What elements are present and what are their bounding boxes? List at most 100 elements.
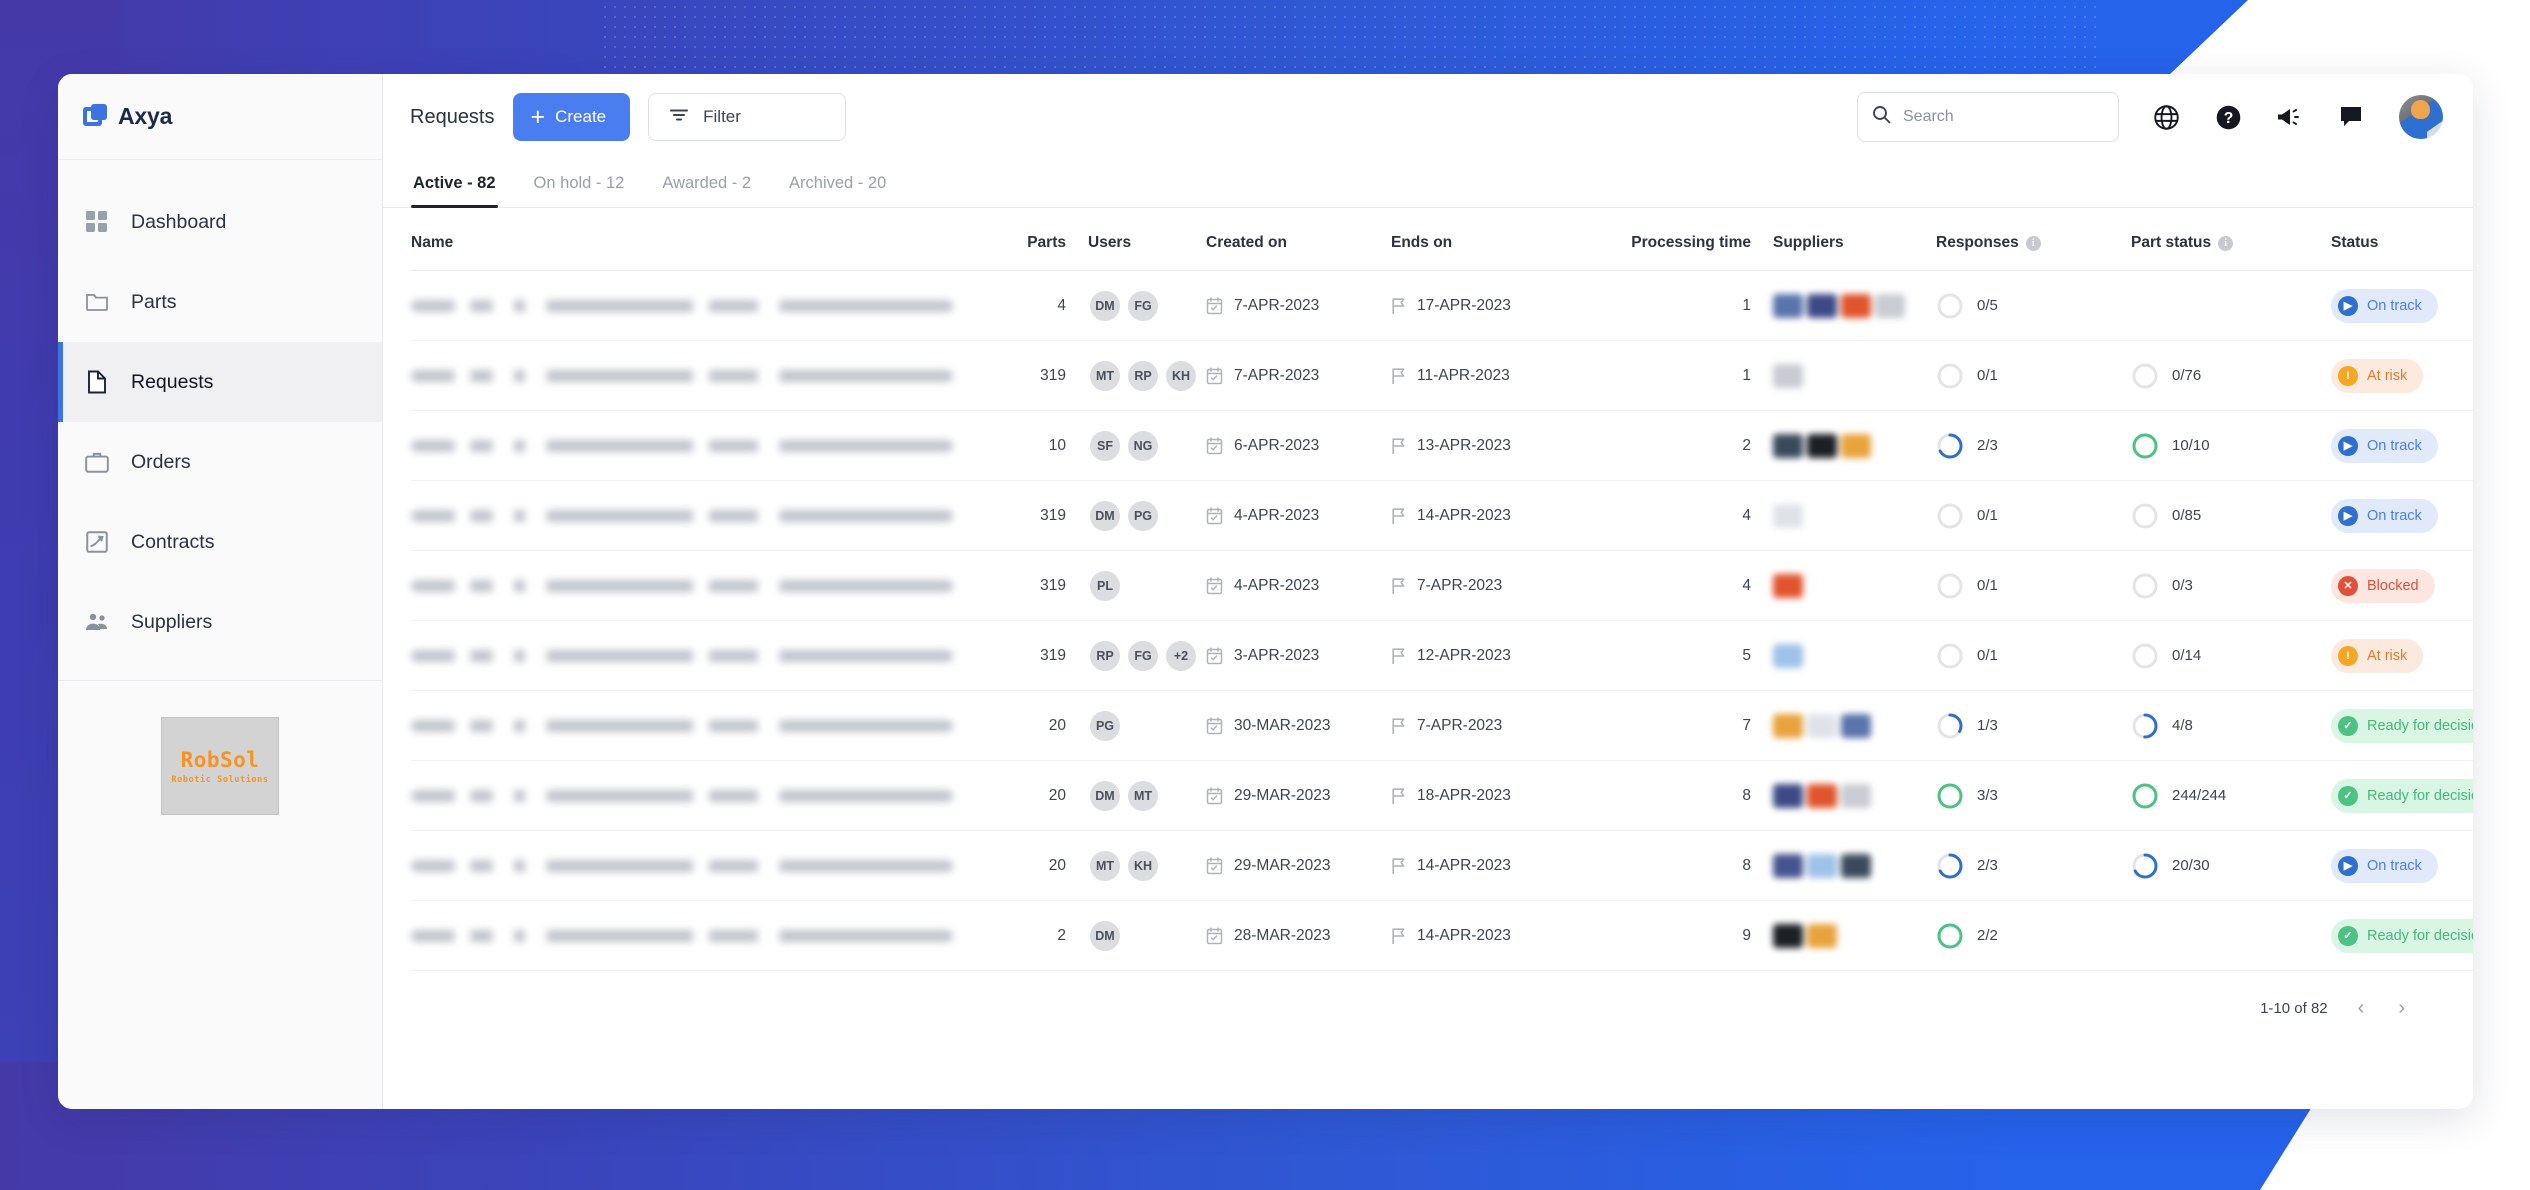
status-label: Ready for decision (2367, 718, 2473, 734)
cell-name[interactable] (411, 691, 971, 761)
cell-name[interactable] (411, 411, 971, 481)
search-input[interactable] (1903, 108, 2104, 126)
chevron-right-icon[interactable]: › (2394, 997, 2409, 1020)
column-header-responses[interactable]: Responses i (1936, 208, 2131, 271)
user-avatar-chip[interactable]: KH (1126, 849, 1160, 883)
cell-name[interactable] (411, 551, 971, 621)
tab-archived[interactable]: Archived - 20 (787, 166, 888, 207)
request-name-redacted (411, 580, 953, 592)
cell-name[interactable] (411, 901, 971, 971)
user-avatar-chip[interactable]: DM (1088, 499, 1122, 533)
globe-icon[interactable] (2151, 102, 2181, 132)
sidebar-item-dashboard[interactable]: Dashboard (58, 182, 382, 262)
chat-icon[interactable] (2337, 102, 2367, 132)
briefcase-icon (84, 449, 110, 475)
table-row[interactable]: 10SFNG6-APR-202313-APR-202322/310/10▶On … (411, 411, 2473, 481)
column-header-parts[interactable]: Parts (971, 208, 1066, 271)
column-header-suppliers[interactable]: Suppliers (1751, 208, 1936, 271)
parts-count: 319 (1040, 507, 1066, 524)
column-header-users[interactable]: Users (1066, 208, 1206, 271)
user-avatar-chip[interactable]: MT (1126, 779, 1160, 813)
progress-ring (1936, 362, 1964, 390)
user-avatar-chip[interactable]: MT (1088, 849, 1122, 883)
part-status-value: 244/244 (2172, 787, 2226, 804)
cell-name[interactable] (411, 761, 971, 831)
table-row[interactable]: 319RPFG+23-APR-202312-APR-202350/10/14!A… (411, 621, 2473, 691)
column-header-processing-time[interactable]: Processing time (1576, 208, 1751, 271)
user-avatar[interactable] (2399, 95, 2443, 139)
filter-button[interactable]: Filter (648, 93, 846, 141)
sidebar-item-suppliers[interactable]: Suppliers (58, 582, 382, 662)
create-button[interactable]: + Create (513, 93, 631, 141)
table-row[interactable]: 20DMMT29-MAR-202318-APR-202383/3244/244✓… (411, 761, 2473, 831)
request-name-redacted (411, 720, 953, 732)
user-avatar-chip[interactable]: DM (1088, 919, 1122, 953)
table-row[interactable]: 319DMPG4-APR-202314-APR-202340/10/85▶On … (411, 481, 2473, 551)
sidebar-item-requests[interactable]: Requests (58, 342, 382, 422)
table-row[interactable]: 319MTRPKH7-APR-202311-APR-202310/10/76!A… (411, 341, 2473, 411)
chevron-left-icon[interactable]: ‹ (2354, 997, 2369, 1020)
table-row[interactable]: 319PL4-APR-20237-APR-202340/10/3✕Blocked… (411, 551, 2473, 621)
column-header-status[interactable]: Status (2331, 208, 2473, 271)
user-avatar-chip[interactable]: FG (1126, 289, 1160, 323)
created-on-value: 28-MAR-2023 (1234, 927, 1331, 945)
cell-name[interactable] (411, 481, 971, 551)
user-avatar-chip[interactable]: DM (1088, 779, 1122, 813)
help-icon[interactable]: ? (2213, 102, 2243, 132)
supplier-logos (1773, 784, 1936, 808)
tab-awarded[interactable]: Awarded - 2 (660, 166, 753, 207)
table-row[interactable]: 4DMFG7-APR-202317-APR-202310/5▶On track•… (411, 271, 2473, 341)
column-header-created-on[interactable]: Created on (1206, 208, 1391, 271)
responses-value: 0/1 (1977, 367, 1998, 384)
table-row[interactable]: 20PG30-MAR-20237-APR-202371/34/8✓Ready f… (411, 691, 2473, 761)
column-header-part-status[interactable]: Part status i (2131, 208, 2331, 271)
sidebar-item-label: Suppliers (131, 611, 212, 634)
responses-progress: 0/1 (1936, 502, 2131, 530)
user-avatar-chip[interactable]: PG (1088, 709, 1122, 743)
cell-name[interactable] (411, 271, 971, 341)
cell-status: !At risk (2331, 621, 2473, 691)
user-avatar-chip[interactable]: FG (1126, 639, 1160, 673)
table-body: 4DMFG7-APR-202317-APR-202310/5▶On track•… (411, 271, 2473, 971)
ends-on-value: 14-APR-2023 (1417, 857, 1511, 875)
cell-created-on: 7-APR-2023 (1206, 271, 1391, 341)
user-avatar-chip[interactable]: +2 (1164, 639, 1198, 673)
table-row[interactable]: 2DM28-MAR-202314-APR-202392/2✓Ready for … (411, 901, 2473, 971)
calendar-icon (1206, 647, 1223, 665)
user-avatar-chip[interactable]: DM (1088, 289, 1122, 323)
table-row[interactable]: 20MTKH29-MAR-202314-APR-202382/320/30▶On… (411, 831, 2473, 901)
column-header-name[interactable]: Name (411, 208, 971, 271)
tab-on-hold[interactable]: On hold - 12 (532, 166, 627, 207)
sidebar-item-contracts[interactable]: Contracts (58, 502, 382, 582)
user-avatar-chip[interactable]: RP (1088, 639, 1122, 673)
user-avatar-chip[interactable]: PG (1126, 499, 1160, 533)
responses-value: 0/1 (1977, 647, 1998, 664)
cell-users: PG (1066, 691, 1206, 761)
cell-part-status: 244/244 (2131, 761, 2331, 831)
cell-name[interactable] (411, 621, 971, 691)
info-icon[interactable]: i (2026, 236, 2041, 251)
search-box[interactable] (1857, 92, 2119, 142)
part-status-progress: 20/30 (2131, 852, 2331, 880)
user-avatar-chip[interactable]: KH (1164, 359, 1198, 393)
parts-count: 4 (1057, 297, 1066, 314)
cell-ends-on: 18-APR-2023 (1391, 761, 1576, 831)
announcement-icon[interactable] (2275, 102, 2305, 132)
cell-part-status: 0/76 (2131, 341, 2331, 411)
info-icon[interactable]: i (2218, 236, 2233, 251)
progress-ring (1936, 782, 1964, 810)
sidebar-item-orders[interactable]: Orders (58, 422, 382, 502)
user-avatar-chip[interactable]: RP (1126, 359, 1160, 393)
user-avatar-chip[interactable]: MT (1088, 359, 1122, 393)
cell-name[interactable] (411, 341, 971, 411)
cell-name[interactable] (411, 831, 971, 901)
user-chips: DMMT (1088, 779, 1206, 813)
request-name-redacted (411, 930, 953, 942)
column-header-ends-on[interactable]: Ends on (1391, 208, 1576, 271)
parts-count: 20 (1049, 717, 1066, 734)
user-avatar-chip[interactable]: PL (1088, 569, 1122, 603)
sidebar-item-parts[interactable]: Parts (58, 262, 382, 342)
user-avatar-chip[interactable]: SF (1088, 429, 1122, 463)
tab-active[interactable]: Active - 82 (411, 166, 498, 207)
user-avatar-chip[interactable]: NG (1126, 429, 1160, 463)
